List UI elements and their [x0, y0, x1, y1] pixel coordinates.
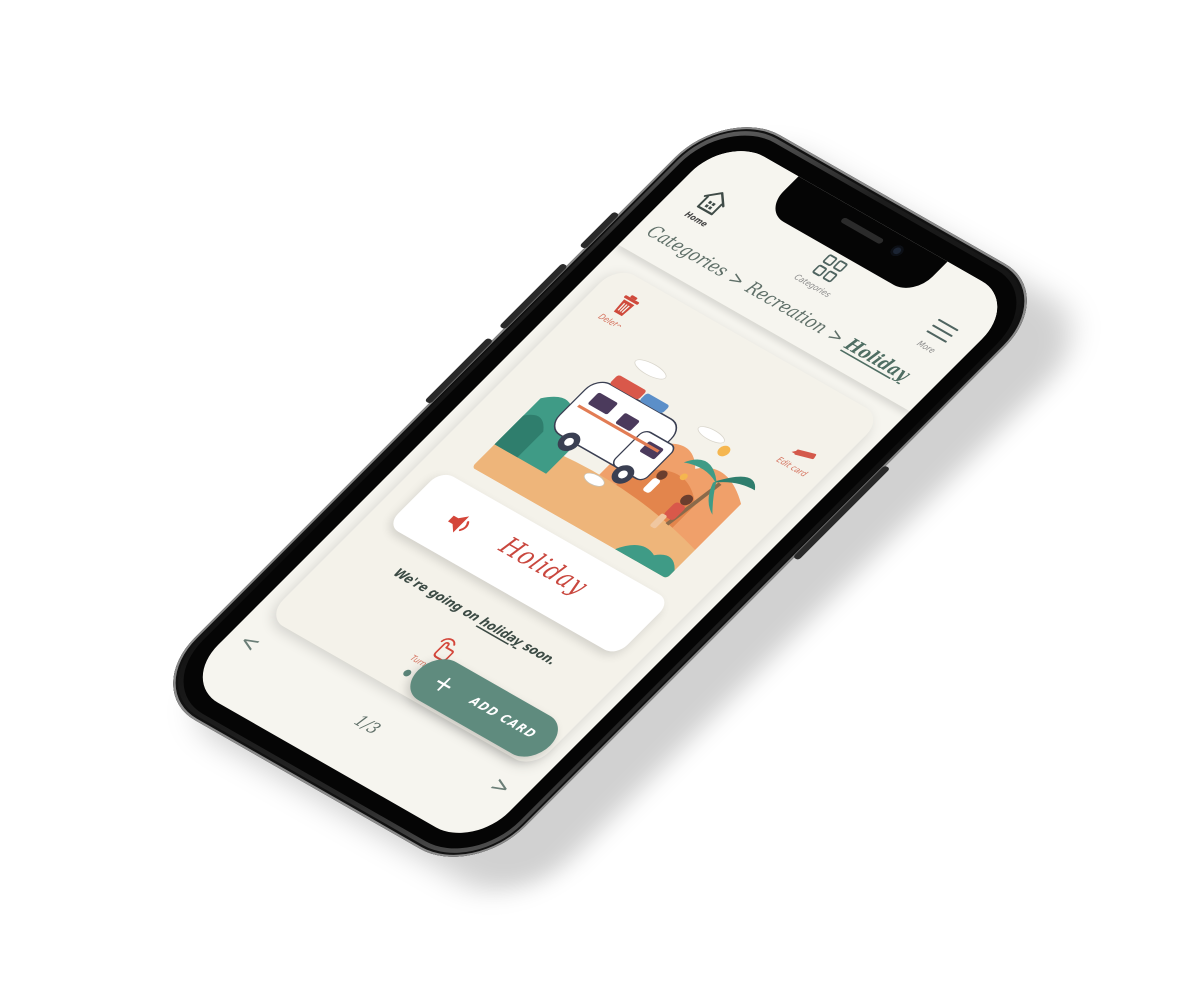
previous-card-button[interactable]: <: [232, 629, 269, 657]
play-audio-button[interactable]: [436, 505, 482, 541]
home-button[interactable]: Home: [676, 182, 740, 232]
sentence-start: We're going on: [389, 565, 488, 627]
pager-dot-active[interactable]: [401, 668, 414, 678]
card-word: Holiday: [492, 531, 596, 601]
speaker-icon: [436, 505, 482, 541]
earpiece: [839, 216, 885, 245]
more-button[interactable]: More: [908, 313, 966, 359]
front-camera: [887, 243, 907, 258]
breadcrumb-item-current: Holiday: [839, 333, 916, 385]
breadcrumb-item-categories[interactable]: Categories: [642, 221, 734, 280]
home-icon: [692, 185, 736, 219]
next-card-button[interactable]: >: [484, 772, 520, 800]
trash-icon: [609, 291, 645, 319]
plus-icon: +: [424, 668, 464, 701]
page-indicator: 1/3: [349, 712, 385, 739]
sentence-end: soon.: [515, 637, 561, 669]
